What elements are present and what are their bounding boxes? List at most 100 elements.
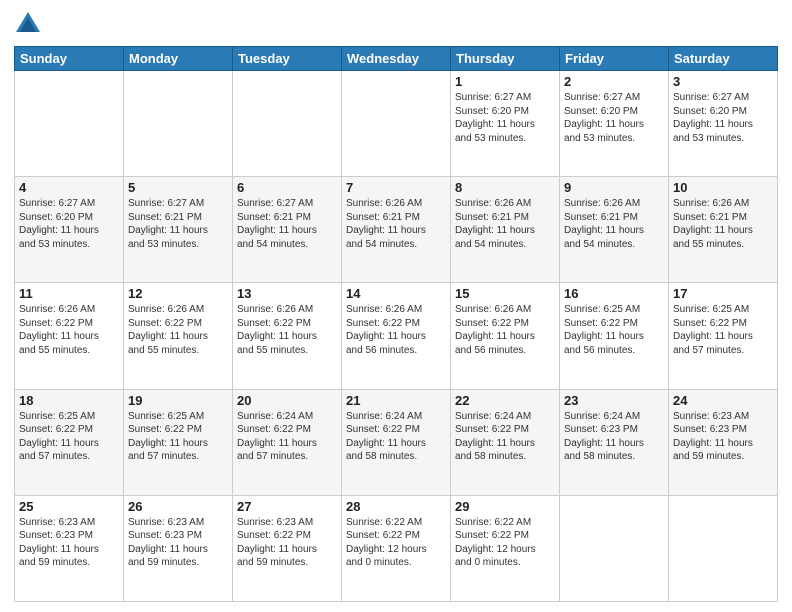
day-number: 12 xyxy=(128,286,228,301)
day-info: Sunrise: 6:24 AMSunset: 6:22 PMDaylight:… xyxy=(455,410,555,464)
weekday-header-row: SundayMondayTuesdayWednesdayThursdayFrid… xyxy=(15,47,778,71)
day-number: 4 xyxy=(19,180,119,195)
weekday-header-thursday: Thursday xyxy=(451,47,560,71)
day-cell: 2 Sunrise: 6:27 AMSunset: 6:20 PMDaylight… xyxy=(560,71,669,177)
day-number: 11 xyxy=(19,286,119,301)
calendar-table: SundayMondayTuesdayWednesdayThursdayFrid… xyxy=(14,46,778,602)
day-number: 25 xyxy=(19,499,119,514)
day-number: 22 xyxy=(455,393,555,408)
day-cell: 6 Sunrise: 6:27 AMSunset: 6:21 PMDaylight… xyxy=(233,177,342,283)
day-cell: 27Sunrise: 6:23 AMSunset: 6:22 PMDayligh… xyxy=(233,495,342,601)
day-info: Sunrise: 6:24 AMSunset: 6:22 PMDaylight:… xyxy=(346,410,446,464)
day-info: Sunrise: 6:25 AMSunset: 6:22 PMDaylight:… xyxy=(673,303,773,357)
day-info: Sunrise: 6:23 AMSunset: 6:23 PMDaylight:… xyxy=(128,516,228,570)
day-cell: 22 Sunrise: 6:24 AMSunset: 6:22 PMDayligh… xyxy=(451,389,560,495)
day-cell: 15Sunrise: 6:26 AMSunset: 6:22 PMDayligh… xyxy=(451,283,560,389)
day-number: 13 xyxy=(237,286,337,301)
day-number: 26 xyxy=(128,499,228,514)
day-number: 19 xyxy=(128,393,228,408)
day-cell: 10 Sunrise: 6:26 AMSunset: 6:21 PMDayligh… xyxy=(669,177,778,283)
day-info: Sunrise: 6:26 AMSunset: 6:21 PMDaylight:… xyxy=(346,197,446,251)
day-info: Sunrise: 6:27 AMSunset: 6:21 PMDaylight:… xyxy=(237,197,337,251)
day-cell: 20 Sunrise: 6:24 AMSunset: 6:22 PMDayligh… xyxy=(233,389,342,495)
day-cell xyxy=(342,71,451,177)
day-cell: 8 Sunrise: 6:26 AMSunset: 6:21 PMDaylight… xyxy=(451,177,560,283)
day-info: Sunrise: 6:25 AMSunset: 6:22 PMDaylight:… xyxy=(564,303,664,357)
day-cell: 17 Sunrise: 6:25 AMSunset: 6:22 PMDayligh… xyxy=(669,283,778,389)
week-row-4: 25 Sunrise: 6:23 AMSunset: 6:23 PMDayligh… xyxy=(15,495,778,601)
week-row-3: 18 Sunrise: 6:25 AMSunset: 6:22 PMDayligh… xyxy=(15,389,778,495)
day-number: 18 xyxy=(19,393,119,408)
day-number: 28 xyxy=(346,499,446,514)
day-cell: 4 Sunrise: 6:27 AMSunset: 6:20 PMDaylight… xyxy=(15,177,124,283)
day-number: 10 xyxy=(673,180,773,195)
day-number: 9 xyxy=(564,180,664,195)
day-cell: 21Sunrise: 6:24 AMSunset: 6:22 PMDayligh… xyxy=(342,389,451,495)
day-cell: 16 Sunrise: 6:25 AMSunset: 6:22 PMDayligh… xyxy=(560,283,669,389)
day-info: Sunrise: 6:26 AMSunset: 6:22 PMDaylight:… xyxy=(128,303,228,357)
day-info: Sunrise: 6:26 AMSunset: 6:21 PMDaylight:… xyxy=(673,197,773,251)
week-row-1: 4 Sunrise: 6:27 AMSunset: 6:20 PMDaylight… xyxy=(15,177,778,283)
day-info: Sunrise: 6:23 AMSunset: 6:23 PMDaylight:… xyxy=(19,516,119,570)
day-cell: 26 Sunrise: 6:23 AMSunset: 6:23 PMDayligh… xyxy=(124,495,233,601)
weekday-header-friday: Friday xyxy=(560,47,669,71)
day-cell: 12 Sunrise: 6:26 AMSunset: 6:22 PMDayligh… xyxy=(124,283,233,389)
day-number: 15 xyxy=(455,286,555,301)
day-cell: 24Sunrise: 6:23 AMSunset: 6:23 PMDayligh… xyxy=(669,389,778,495)
day-cell: 9 Sunrise: 6:26 AMSunset: 6:21 PMDaylight… xyxy=(560,177,669,283)
week-row-2: 11 Sunrise: 6:26 AMSunset: 6:22 PMDayligh… xyxy=(15,283,778,389)
day-info: Sunrise: 6:22 AMSunset: 6:22 PMDaylight:… xyxy=(346,516,446,570)
day-number: 24 xyxy=(673,393,773,408)
day-info: Sunrise: 6:22 AMSunset: 6:22 PMDaylight:… xyxy=(455,516,555,570)
day-info: Sunrise: 6:26 AMSunset: 6:21 PMDaylight:… xyxy=(455,197,555,251)
day-info: Sunrise: 6:27 AMSunset: 6:20 PMDaylight:… xyxy=(19,197,119,251)
day-info: Sunrise: 6:25 AMSunset: 6:22 PMDaylight:… xyxy=(19,410,119,464)
day-cell: 1 Sunrise: 6:27 AMSunset: 6:20 PMDaylight… xyxy=(451,71,560,177)
page: SundayMondayTuesdayWednesdayThursdayFrid… xyxy=(0,0,792,612)
day-number: 1 xyxy=(455,74,555,89)
day-number: 6 xyxy=(237,180,337,195)
day-number: 14 xyxy=(346,286,446,301)
logo xyxy=(14,10,46,38)
day-info: Sunrise: 6:24 AMSunset: 6:22 PMDaylight:… xyxy=(237,410,337,464)
day-cell: 14 Sunrise: 6:26 AMSunset: 6:22 PMDayligh… xyxy=(342,283,451,389)
day-cell: 23 Sunrise: 6:24 AMSunset: 6:23 PMDayligh… xyxy=(560,389,669,495)
day-number: 7 xyxy=(346,180,446,195)
weekday-header-saturday: Saturday xyxy=(669,47,778,71)
weekday-header-wednesday: Wednesday xyxy=(342,47,451,71)
day-info: Sunrise: 6:25 AMSunset: 6:22 PMDaylight:… xyxy=(128,410,228,464)
day-info: Sunrise: 6:26 AMSunset: 6:22 PMDaylight:… xyxy=(19,303,119,357)
day-info: Sunrise: 6:26 AMSunset: 6:21 PMDaylight:… xyxy=(564,197,664,251)
day-number: 29 xyxy=(455,499,555,514)
day-info: Sunrise: 6:23 AMSunset: 6:22 PMDaylight:… xyxy=(237,516,337,570)
week-row-0: 1 Sunrise: 6:27 AMSunset: 6:20 PMDaylight… xyxy=(15,71,778,177)
day-cell xyxy=(560,495,669,601)
day-number: 17 xyxy=(673,286,773,301)
day-number: 23 xyxy=(564,393,664,408)
day-cell xyxy=(124,71,233,177)
day-cell: 5Sunrise: 6:27 AMSunset: 6:21 PMDaylight… xyxy=(124,177,233,283)
day-number: 8 xyxy=(455,180,555,195)
day-info: Sunrise: 6:27 AMSunset: 6:20 PMDaylight:… xyxy=(564,91,664,145)
day-number: 2 xyxy=(564,74,664,89)
header xyxy=(14,10,778,38)
weekday-header-tuesday: Tuesday xyxy=(233,47,342,71)
day-cell: 18 Sunrise: 6:25 AMSunset: 6:22 PMDayligh… xyxy=(15,389,124,495)
day-cell: 7 Sunrise: 6:26 AMSunset: 6:21 PMDaylight… xyxy=(342,177,451,283)
day-cell xyxy=(669,495,778,601)
day-cell: 13 Sunrise: 6:26 AMSunset: 6:22 PMDayligh… xyxy=(233,283,342,389)
day-cell: 25 Sunrise: 6:23 AMSunset: 6:23 PMDayligh… xyxy=(15,495,124,601)
day-number: 3 xyxy=(673,74,773,89)
day-info: Sunrise: 6:24 AMSunset: 6:23 PMDaylight:… xyxy=(564,410,664,464)
day-info: Sunrise: 6:27 AMSunset: 6:20 PMDaylight:… xyxy=(455,91,555,145)
day-info: Sunrise: 6:26 AMSunset: 6:22 PMDaylight:… xyxy=(237,303,337,357)
day-number: 20 xyxy=(237,393,337,408)
day-cell: 3 Sunrise: 6:27 AMSunset: 6:20 PMDaylight… xyxy=(669,71,778,177)
day-info: Sunrise: 6:26 AMSunset: 6:22 PMDaylight:… xyxy=(346,303,446,357)
day-cell xyxy=(15,71,124,177)
weekday-header-sunday: Sunday xyxy=(15,47,124,71)
day-info: Sunrise: 6:27 AMSunset: 6:20 PMDaylight:… xyxy=(673,91,773,145)
day-number: 5 xyxy=(128,180,228,195)
day-number: 16 xyxy=(564,286,664,301)
day-cell: 11 Sunrise: 6:26 AMSunset: 6:22 PMDayligh… xyxy=(15,283,124,389)
